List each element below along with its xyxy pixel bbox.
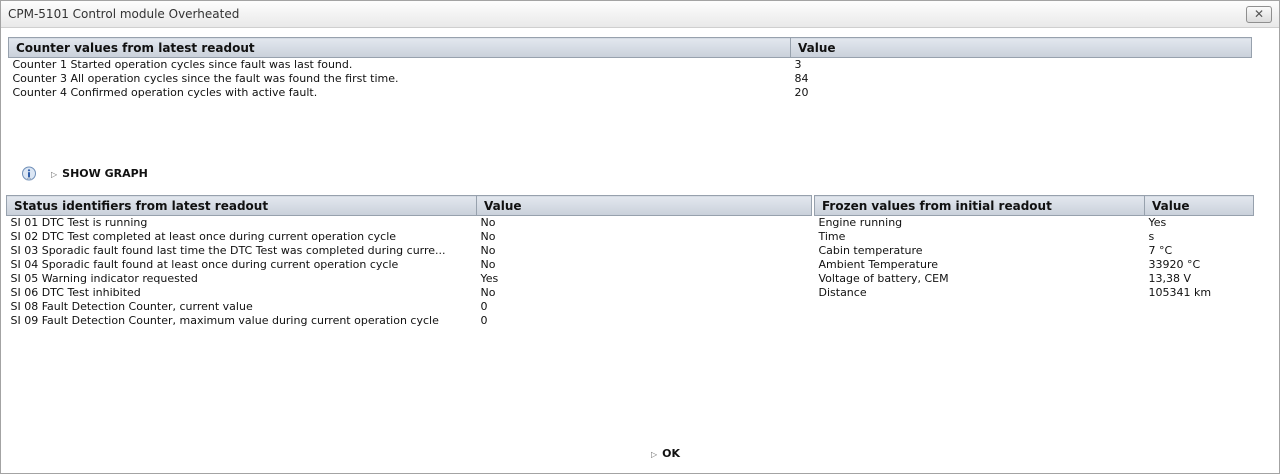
table-row: SI 04 Sporadic fault found at least once…: [7, 258, 812, 272]
status-name: SI 02 DTC Test completed at least once d…: [10, 230, 397, 243]
column-header[interactable]: Frozen values from initial readout: [814, 195, 1145, 216]
table-header-row: Frozen values from initial readout Value: [814, 195, 1254, 216]
counter-values-table: Counter values from latest readout Value…: [8, 37, 1252, 100]
show-graph-label: SHOW GRAPH: [62, 167, 148, 180]
frozen-name: Ambient Temperature: [818, 258, 939, 271]
status-value: Yes: [480, 272, 499, 285]
table-row: Distance 105341 km: [815, 286, 1254, 300]
status-name: SI 05 Warning indicator requested: [10, 272, 198, 285]
status-name: SI 03 Sporadic fault found last time the…: [10, 244, 446, 257]
status-value: No: [480, 230, 496, 243]
frozen-value: 7 °C: [1148, 244, 1173, 257]
status-value: No: [480, 244, 496, 257]
status-identifiers-table: Status identifiers from latest readout V…: [6, 195, 812, 328]
counter-name: Counter 1 Started operation cycles since…: [12, 58, 353, 71]
ok-arrow-icon: ▷: [651, 450, 658, 459]
table-row: SI 08 Fault Detection Counter, current v…: [7, 300, 812, 314]
dialog-window: CPM-5101 Control module Overheated ✕ Cou…: [0, 0, 1280, 474]
status-name: SI 06 DTC Test inhibited: [10, 286, 141, 299]
column-header[interactable]: Value: [790, 37, 1252, 58]
column-header[interactable]: Counter values from latest readout: [8, 37, 791, 58]
ok-label: OK: [662, 447, 681, 460]
close-button[interactable]: ✕: [1246, 6, 1272, 23]
status-value: No: [480, 258, 496, 271]
frozen-value: 33920 °C: [1148, 258, 1201, 271]
table-header-row: Status identifiers from latest readout V…: [6, 195, 812, 216]
frozen-name: Voltage of battery, CEM: [818, 272, 949, 285]
status-name: SI 04 Sporadic fault found at least once…: [10, 258, 399, 271]
expand-arrow-icon: ▷: [51, 170, 58, 179]
table-row: Counter 1 Started operation cycles since…: [9, 58, 1252, 73]
window-title: CPM-5101 Control module Overheated: [8, 7, 240, 21]
counter-value: 3: [794, 58, 802, 71]
table-row: Engine running Yes: [815, 216, 1254, 231]
column-header[interactable]: Value: [476, 195, 812, 216]
status-name: SI 08 Fault Detection Counter, current v…: [10, 300, 253, 313]
table-header-row: Counter values from latest readout Value: [8, 37, 1252, 58]
frozen-value: s: [1148, 230, 1155, 243]
title-bar: CPM-5101 Control module Overheated ✕: [1, 1, 1279, 28]
table-row: Ambient Temperature 33920 °C: [815, 258, 1254, 272]
table-row: Counter 4 Confirmed operation cycles wit…: [9, 86, 1252, 100]
table-row: SI 03 Sporadic fault found last time the…: [7, 244, 812, 258]
table-row: Cabin temperature 7 °C: [815, 244, 1254, 258]
column-header[interactable]: Status identifiers from latest readout: [6, 195, 477, 216]
frozen-values-table: Frozen values from initial readout Value…: [814, 195, 1254, 300]
status-value: 0: [480, 314, 488, 327]
frozen-name: Time: [818, 230, 846, 243]
frozen-value: 105341 km: [1148, 286, 1212, 299]
info-icon[interactable]: [21, 166, 37, 182]
table-row: SI 01 DTC Test is running No: [7, 216, 812, 231]
column-header[interactable]: Value: [1144, 195, 1254, 216]
ok-button[interactable]: ▷ OK: [651, 447, 680, 460]
status-value: No: [480, 286, 496, 299]
frozen-name: Distance: [818, 286, 867, 299]
frozen-value: Yes: [1148, 216, 1167, 229]
counter-name: Counter 3 All operation cycles since the…: [12, 72, 399, 85]
status-value: No: [480, 216, 496, 229]
frozen-name: Cabin temperature: [818, 244, 923, 257]
frozen-value: 13,38 V: [1148, 272, 1192, 285]
table-row: Voltage of battery, CEM 13,38 V: [815, 272, 1254, 286]
status-identifiers-panel: Status identifiers from latest readout V…: [6, 195, 812, 328]
frozen-values-panel: Frozen values from initial readout Value…: [814, 195, 1254, 300]
frozen-name: Engine running: [818, 216, 903, 229]
table-row: SI 02 DTC Test completed at least once d…: [7, 230, 812, 244]
table-row: SI 05 Warning indicator requested Yes: [7, 272, 812, 286]
counter-name: Counter 4 Confirmed operation cycles wit…: [12, 86, 318, 99]
status-name: SI 01 DTC Test is running: [10, 216, 148, 229]
table-row: SI 09 Fault Detection Counter, maximum v…: [7, 314, 812, 328]
counter-values-panel: Counter values from latest readout Value…: [8, 37, 1252, 100]
table-row: Time s: [815, 230, 1254, 244]
status-name: SI 09 Fault Detection Counter, maximum v…: [10, 314, 439, 327]
table-row: Counter 3 All operation cycles since the…: [9, 72, 1252, 86]
table-row: SI 06 DTC Test inhibited No: [7, 286, 812, 300]
counter-value: 84: [794, 72, 809, 85]
status-value: 0: [480, 300, 488, 313]
counter-value: 20: [794, 86, 809, 99]
show-graph-button[interactable]: ▷ SHOW GRAPH: [51, 167, 148, 180]
